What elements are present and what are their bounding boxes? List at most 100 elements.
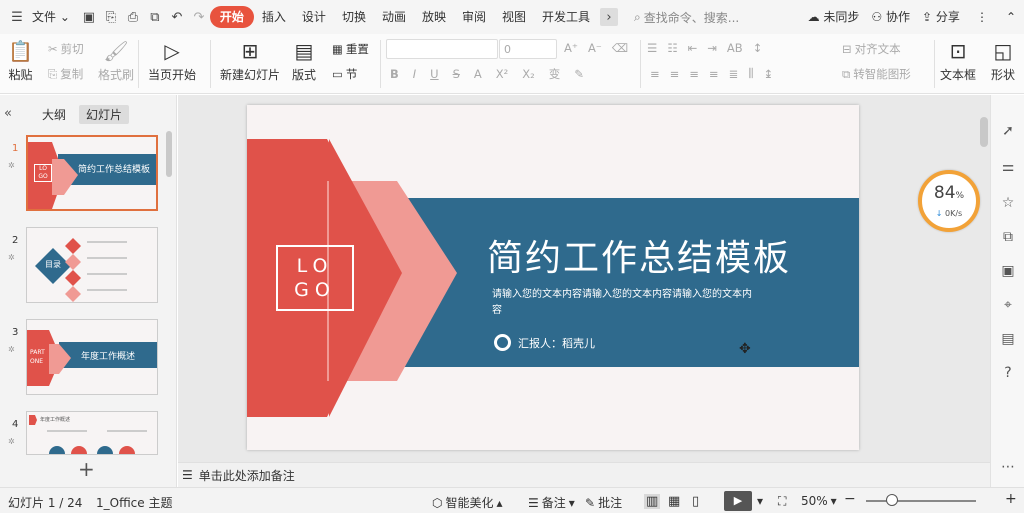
rocket-icon[interactable]: ➚ [1000, 123, 1016, 139]
zoom-slider-knob[interactable] [886, 494, 898, 506]
star-icon[interactable]: ☆ [1000, 195, 1016, 211]
save-icon[interactable]: ▣ [80, 8, 98, 26]
play-slideshow-button[interactable]: ▶ [724, 491, 752, 511]
text-spacing-icon[interactable]: ↨ [764, 67, 774, 81]
bold-icon[interactable]: B [390, 67, 399, 81]
smart-beautify-button[interactable]: ⬡ 智能美化 ▴ [432, 494, 503, 511]
increase-indent-icon[interactable]: ⇥ [707, 41, 717, 55]
current-slide[interactable]: LO GO 简约工作总结模板 请输入您的文本内容请输入您的文本内容请输入您的文本… [247, 105, 859, 450]
phonetic-icon[interactable]: 变 [549, 66, 561, 82]
command-search[interactable]: ⌕ 查找命令、搜索... [634, 9, 769, 26]
editor-scrollbar[interactable] [978, 95, 990, 462]
zoom-in-icon[interactable]: + [1005, 491, 1017, 507]
notes-toggle-button[interactable]: ☰ 备注 ▾ [528, 494, 575, 511]
align-right-icon[interactable]: ≡ [689, 67, 699, 81]
tab-view[interactable]: 视图 [494, 6, 534, 28]
print-icon[interactable]: ⎙ [124, 8, 142, 26]
reading-view-icon[interactable]: ▯ [692, 494, 699, 509]
normal-view-icon[interactable]: ▥ [644, 494, 661, 509]
collapse-pane-icon[interactable]: « [4, 106, 12, 121]
underline-icon[interactable]: U [430, 67, 438, 81]
tab-review[interactable]: 审阅 [454, 6, 494, 28]
font-name-field[interactable] [386, 39, 498, 59]
tab-design[interactable]: 设计 [294, 6, 334, 28]
align-text-button[interactable]: ⊟ 对齐文本 [842, 41, 901, 57]
export-icon[interactable]: ⎘ [102, 8, 120, 26]
fit-window-icon[interactable]: ⛶ [778, 494, 786, 509]
strikethrough-icon[interactable]: S [453, 67, 460, 81]
tab-outline[interactable]: 大纲 [35, 105, 73, 124]
slide-title[interactable]: 简约工作总结模板 [487, 229, 791, 281]
align-left-icon[interactable]: ≡ [650, 67, 660, 81]
performance-widget[interactable]: 84% ↓ 0K/s [918, 170, 980, 232]
comments-button[interactable]: ✎ 批注 [585, 494, 622, 511]
more-dots-icon[interactable]: ⋯ [1000, 459, 1016, 475]
tab-animation[interactable]: 动画 [374, 6, 414, 28]
tab-home[interactable]: 开始 [209, 6, 254, 28]
bullet-list-icon[interactable]: ☰ [647, 41, 657, 55]
thumbnail-scrollbar[interactable] [166, 131, 172, 177]
slide-thumbnail-4[interactable]: 年度工作概述 [26, 411, 158, 455]
slide-editor-canvas[interactable]: LO GO 简约工作总结模板 请输入您的文本内容请输入您的文本内容请输入您的文本… [178, 95, 990, 462]
zoom-out-icon[interactable]: − [844, 491, 856, 507]
shrink-font-icon[interactable]: A⁻ [588, 41, 602, 55]
superscript-icon[interactable]: X² [496, 67, 509, 81]
section-button[interactable]: ▭ 节 [332, 66, 357, 82]
undo-icon[interactable]: ↶ [168, 8, 186, 26]
paste-button[interactable]: 📋 粘贴 [8, 36, 33, 83]
copy-button[interactable]: ⎘ 复制 [48, 66, 83, 82]
settings-sliders-icon[interactable]: ⚌ [1000, 159, 1016, 175]
format-painter-button[interactable]: 🖌 格式刷 [98, 36, 134, 83]
sync-status-button[interactable]: ☁ 未同步 [802, 6, 866, 28]
tab-developer[interactable]: 开发工具 [534, 6, 598, 28]
zoom-level[interactable]: 50% ▾ [801, 494, 837, 508]
play-options-chevron-icon[interactable]: ▾ [757, 494, 763, 508]
layout-button[interactable]: ▤ 版式 [292, 36, 316, 83]
slide-subtitle[interactable]: 请输入您的文本内容请输入您的文本内容请输入您的文本内容 [492, 287, 752, 319]
numbered-list-icon[interactable]: ☷ [667, 41, 677, 55]
align-center-icon[interactable]: ≡ [670, 67, 680, 81]
justify-icon[interactable]: ≡ [709, 67, 719, 81]
slide-thumbnail-2[interactable]: 目录 [26, 227, 158, 303]
logo-placeholder[interactable]: LO GO [276, 245, 354, 311]
smart-graphic-button[interactable]: ⧉ 转智能图形 [842, 66, 911, 82]
editor-scroll-thumb[interactable] [980, 117, 988, 147]
subscript-icon[interactable]: X₂ [522, 67, 535, 81]
image-icon[interactable]: ▣ [1000, 263, 1016, 279]
reporter-line[interactable]: 汇报人：稻壳儿 [494, 334, 595, 351]
hamburger-menu-icon[interactable]: ☰ [8, 8, 26, 26]
location-pin-icon[interactable]: ⌖ [1000, 297, 1016, 313]
help-icon[interactable]: ? [1000, 365, 1016, 381]
italic-icon[interactable]: I [413, 67, 416, 81]
font-size-field[interactable]: 0 [499, 39, 557, 59]
document-icon[interactable]: ▤ [1000, 331, 1016, 347]
clear-format-icon[interactable]: ⌫ [612, 41, 628, 55]
tab-insert[interactable]: 插入 [254, 6, 294, 28]
more-options-icon[interactable]: ⋮ [966, 6, 998, 28]
highlight-icon[interactable]: ✎ [574, 67, 584, 81]
sorter-view-icon[interactable]: ▦ [668, 494, 680, 509]
decrease-indent-icon[interactable]: ⇤ [688, 41, 698, 55]
tab-slides[interactable]: 幻灯片 [79, 105, 130, 124]
tab-transition[interactable]: 切换 [334, 6, 374, 28]
share-button[interactable]: ⇪ 分享 [916, 6, 966, 28]
columns-icon[interactable]: ⫼ [748, 66, 753, 81]
font-color-icon[interactable]: A [474, 67, 482, 81]
tab-slideshow[interactable]: 放映 [414, 6, 454, 28]
add-slide-button[interactable]: + [78, 457, 95, 481]
line-spacing-icon[interactable]: ↕ [753, 41, 763, 55]
theme-name[interactable]: 1_Office 主题 [96, 494, 172, 511]
textbox-button[interactable]: ⊡ 文本框 [940, 36, 976, 83]
copy-window-icon[interactable]: ⧉ [1000, 229, 1016, 245]
grow-font-icon[interactable]: A⁺ [564, 41, 578, 55]
file-menu[interactable]: 文件 ⌄ [28, 6, 78, 28]
new-slide-button[interactable]: ⊞ 新建幻灯片 [220, 36, 280, 83]
zoom-slider[interactable] [866, 500, 976, 502]
cut-button[interactable]: ✂ 剪切 [48, 41, 84, 57]
preview-icon[interactable]: ⧉ [146, 8, 164, 26]
slide-thumbnail-3[interactable]: PART ONE 年度工作概述 [26, 319, 158, 395]
distribute-icon[interactable]: ≣ [729, 67, 739, 81]
shape-button[interactable]: ◱ 形状 [991, 36, 1015, 83]
text-direction-icon[interactable]: AB [727, 41, 743, 55]
more-tabs-chevron-icon[interactable]: › [600, 8, 619, 26]
